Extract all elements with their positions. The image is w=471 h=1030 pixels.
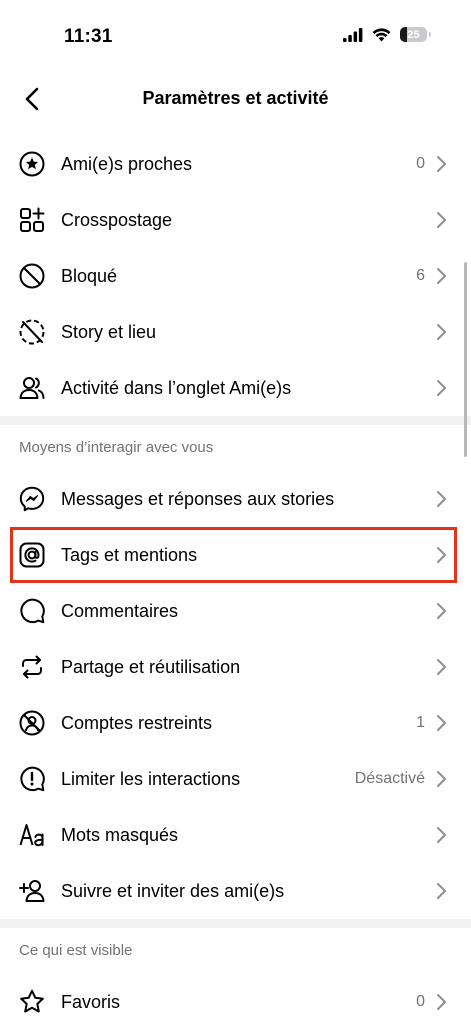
chevron-right-icon — [433, 267, 449, 285]
row-story-location[interactable]: Story et lieu — [0, 304, 471, 360]
row-label: Crosspostage — [61, 209, 173, 230]
status-time: 11:31 — [64, 26, 113, 47]
restricted-icon — [18, 709, 46, 737]
row-label: Bloqué — [61, 265, 118, 286]
row-label: Favoris — [61, 991, 121, 1012]
chevron-right-icon — [433, 490, 449, 508]
chevron-right-icon — [433, 882, 449, 900]
section-header: Moyens d’interagir avec vous — [0, 425, 471, 471]
chevron-right-icon — [433, 770, 449, 788]
row-value: Désactivé — [354, 770, 425, 787]
comment-icon — [18, 597, 46, 625]
cellular-signal-icon — [343, 27, 363, 42]
row-sharing-remix[interactable]: Partage et réutilisation — [0, 639, 471, 695]
friends-activity-icon — [18, 374, 46, 402]
section-title: Ce qui est visible — [19, 942, 133, 959]
chevron-right-icon — [433, 323, 449, 341]
chevron-right-icon — [433, 155, 449, 173]
row-label: Comptes restreints — [61, 712, 213, 733]
row-close-friends[interactable]: Ami(e)s proches 0 — [0, 136, 471, 192]
status-icons: 25 — [343, 27, 431, 42]
chevron-right-icon — [433, 714, 449, 732]
row-blocked[interactable]: Bloqué 6 — [0, 248, 471, 304]
chevron-right-icon — [433, 546, 449, 564]
row-friends-activity[interactable]: Activité dans l’onglet Ami(e)s — [0, 360, 471, 416]
row-label: Story et lieu — [61, 321, 157, 342]
row-favorites[interactable]: Favoris 0 — [0, 974, 471, 1030]
chevron-right-icon — [433, 379, 449, 397]
section-title: Moyens d’interagir avec vous — [19, 439, 214, 456]
scrollbar[interactable] — [464, 262, 467, 457]
chevron-right-icon — [433, 993, 449, 1011]
messenger-icon — [18, 485, 46, 513]
row-label: Activité dans l’onglet Ami(e)s — [61, 377, 292, 398]
at-icon — [18, 541, 46, 569]
row-label: Partage et réutilisation — [61, 656, 241, 677]
row-label: Mots masqués — [61, 824, 179, 845]
chevron-right-icon — [433, 826, 449, 844]
row-value: 0 — [416, 155, 425, 172]
row-value: 6 — [416, 267, 425, 284]
row-label: Commentaires — [61, 600, 179, 621]
chevron-right-icon — [433, 211, 449, 229]
section-account: Ami(e)s proches 0 Crosspostage Bloqué 6 … — [0, 136, 471, 416]
row-messages-story-replies[interactable]: Messages et réponses aux stories — [0, 471, 471, 527]
row-crosspost[interactable]: Crosspostage — [0, 192, 471, 248]
row-label: Suivre et inviter des ami(e)s — [61, 880, 285, 901]
row-tags-mentions[interactable]: Tags et mentions — [0, 527, 471, 583]
header: Paramètres et activité — [0, 72, 471, 126]
section-divider — [0, 416, 471, 425]
share-remix-icon — [18, 653, 46, 681]
row-value: 0 — [416, 993, 425, 1010]
row-value: 1 — [416, 714, 425, 731]
row-comments[interactable]: Commentaires — [0, 583, 471, 639]
page-title: Paramètres et activité — [142, 88, 329, 108]
row-label: Messages et réponses aux stories — [61, 488, 335, 509]
section-divider — [0, 919, 471, 928]
row-limit-interactions[interactable]: Limiter les interactions Désactivé — [0, 751, 471, 807]
story-location-icon — [18, 318, 46, 346]
crosspost-icon — [18, 206, 46, 234]
chevron-right-icon — [433, 658, 449, 676]
battery-icon: 25 — [400, 27, 427, 42]
status-bar: 11:31 25 — [0, 0, 471, 68]
settings-list: Ami(e)s proches 0 Crosspostage Bloqué 6 … — [0, 136, 471, 1030]
limit-alert-icon — [18, 765, 46, 793]
blocked-icon — [18, 262, 46, 290]
row-follow-invite[interactable]: Suivre et inviter des ami(e)s — [0, 863, 471, 919]
hidden-words-icon — [18, 821, 46, 849]
star-icon — [18, 988, 46, 1016]
battery-percent: 25 — [407, 28, 420, 41]
battery-cap — [429, 32, 431, 37]
star-circle-icon — [18, 150, 46, 178]
row-label: Ami(e)s proches — [61, 153, 193, 174]
section-header: Ce qui est visible — [0, 928, 471, 974]
row-label: Tags et mentions — [61, 544, 198, 565]
wifi-icon — [372, 27, 391, 42]
chevron-right-icon — [433, 602, 449, 620]
section-visibility: Ce qui est visible Favoris 0 — [0, 928, 471, 1030]
section-interactions: Moyens d’interagir avec vous Messages et… — [0, 425, 471, 919]
row-hidden-words[interactable]: Mots masqués — [0, 807, 471, 863]
add-friend-icon — [18, 877, 46, 905]
row-label: Limiter les interactions — [61, 768, 241, 789]
row-restricted-accounts[interactable]: Comptes restreints 1 — [0, 695, 471, 751]
